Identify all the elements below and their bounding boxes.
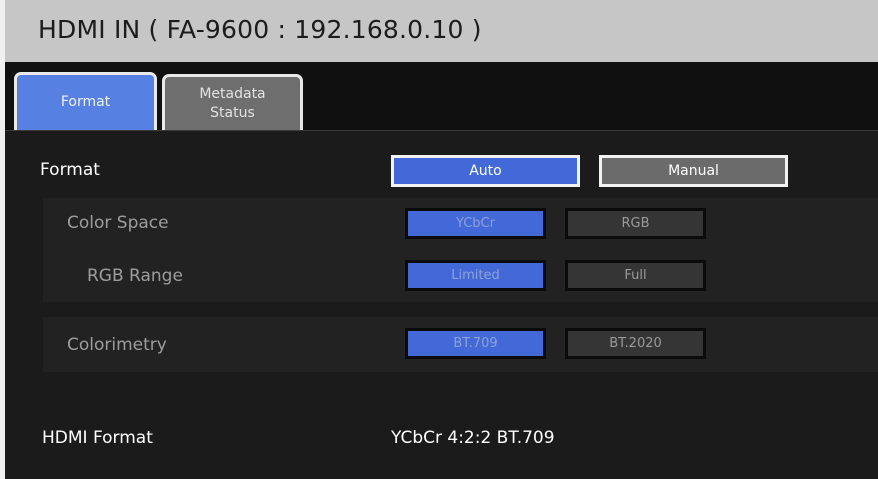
hdmi-format-value: YCbCr 4:2:2 BT.709: [391, 428, 555, 448]
window-title: HDMI IN ( FA-9600 : 192.168.0.10 ): [5, 0, 878, 62]
colorimetry-bt709-button[interactable]: BT.709: [405, 328, 546, 359]
tab-metadata-label-line1: Metadata: [199, 85, 266, 102]
tab-metadata-status-label: Metadata Status: [199, 85, 265, 123]
format-auto-button[interactable]: Auto: [391, 155, 580, 187]
color-space-rgb-button[interactable]: RGB: [565, 208, 706, 239]
color-space-ycbcr-button[interactable]: YCbCr: [405, 208, 546, 239]
tab-format[interactable]: Format: [14, 72, 157, 130]
tab-format-label: Format: [60, 94, 111, 110]
colorimetry-bt2020-button[interactable]: BT.2020: [565, 328, 706, 359]
hdmi-format-label: HDMI Format: [42, 428, 153, 448]
color-space-group: Color Space YCbCr RGB RGB Range Limited …: [43, 198, 878, 302]
tab-metadata-label-line2: Status: [210, 104, 255, 121]
color-space-label: Color Space: [67, 213, 169, 233]
colorimetry-label: Colorimetry: [67, 335, 167, 355]
rgb-range-label: RGB Range: [87, 266, 183, 286]
format-manual-button[interactable]: Manual: [599, 155, 788, 187]
colorimetry-group: Colorimetry BT.709 BT.2020: [43, 317, 878, 372]
tab-metadata-status[interactable]: Metadata Status: [162, 74, 303, 130]
tab-bar: Format Metadata Status: [5, 62, 878, 131]
format-label: Format: [40, 160, 100, 180]
rgb-range-full-button[interactable]: Full: [565, 260, 706, 291]
rgb-range-limited-button[interactable]: Limited: [405, 260, 546, 291]
format-settings-panel: Format Auto Manual Color Space YCbCr RGB…: [5, 131, 878, 479]
